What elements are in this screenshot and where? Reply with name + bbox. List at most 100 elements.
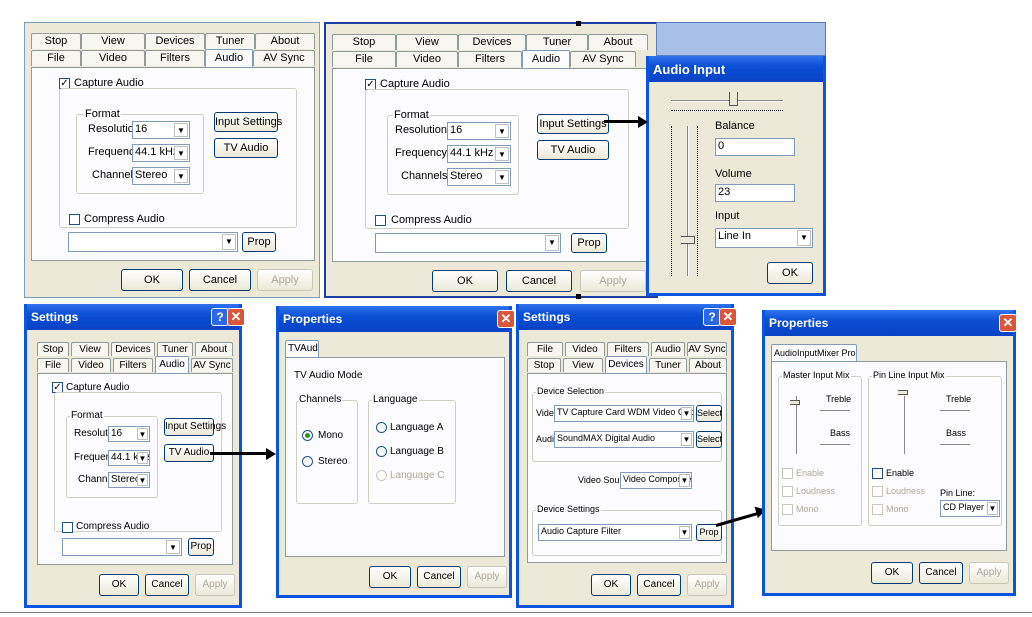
cancel-button[interactable]: Cancel (919, 562, 963, 584)
input-settings-button[interactable]: Input Settings (164, 418, 226, 436)
mono-radio[interactable] (302, 430, 313, 441)
video-select-button[interactable]: Select (696, 405, 722, 422)
tab-filters[interactable]: Filters (607, 342, 649, 356)
pinline-mono-checkbox[interactable] (872, 504, 883, 515)
compressor-select[interactable]: ▼ (62, 538, 182, 556)
tab-audio[interactable]: Audio (205, 49, 253, 68)
balance-field[interactable]: 0 (715, 138, 795, 156)
tab-filters[interactable]: Filters (145, 50, 205, 66)
tv-audio-button[interactable]: TV Audio (214, 138, 278, 158)
tab-stop[interactable]: Stop (332, 34, 396, 50)
ok-button[interactable]: OK (432, 270, 498, 292)
resolution-select[interactable]: 16 ▼ (132, 121, 190, 139)
pin-line-select[interactable]: CD Player ▼ (940, 500, 1000, 517)
tab-about[interactable]: About (689, 358, 727, 372)
tab-audio[interactable]: Audio (155, 356, 189, 374)
channels-select[interactable]: Stereo ▼ (108, 472, 150, 488)
tab-tuner[interactable]: Tuner (205, 33, 255, 49)
tab-audio[interactable]: Audio (651, 342, 685, 356)
apply-button[interactable]: Apply (467, 566, 507, 588)
ok-button[interactable]: OK (871, 562, 913, 584)
tab-devices[interactable]: Devices (605, 356, 647, 374)
pinline-volume-knob[interactable] (898, 390, 908, 395)
close-icon[interactable]: ✕ (497, 310, 515, 328)
language-b-radio[interactable] (376, 446, 387, 457)
input-settings-button[interactable]: Input Settings (537, 114, 609, 134)
tab-devices[interactable]: Devices (458, 34, 526, 50)
device-settings-select[interactable]: Audio Capture Filter ▼ (538, 524, 692, 541)
pinline-enable-checkbox[interactable] (872, 468, 883, 479)
tab-file[interactable]: File (31, 50, 81, 66)
tab-tuner[interactable]: Tuner (526, 34, 588, 50)
tab-view[interactable]: View (396, 34, 458, 50)
tab-mixer[interactable]: AudioInputMixer Properties (771, 344, 857, 362)
resize-handle[interactable] (576, 21, 581, 26)
tab-video[interactable]: Video (71, 358, 111, 372)
cancel-button[interactable]: Cancel (637, 574, 681, 596)
tv-audio-button[interactable]: TV Audio (537, 140, 609, 160)
tab-file[interactable]: File (37, 358, 69, 372)
tab-devices[interactable]: Devices (111, 342, 155, 356)
device-prop-button[interactable]: Prop (696, 524, 722, 541)
master-loudness-checkbox[interactable] (782, 486, 793, 497)
tab-video[interactable]: Video (396, 51, 458, 67)
language-a-radio[interactable] (376, 422, 387, 433)
ok-button[interactable]: OK (121, 269, 183, 291)
apply-button[interactable]: Apply (195, 574, 235, 596)
volume-field[interactable]: 23 (715, 184, 795, 202)
audio-device-select[interactable]: SoundMAX Digital Audio ▼ (554, 431, 694, 448)
ok-button[interactable]: OK (99, 574, 139, 596)
tab-stop[interactable]: Stop (37, 342, 69, 356)
tab-about[interactable]: About (195, 342, 233, 356)
video-source-select[interactable]: Video Composite ▼ (620, 472, 692, 489)
audio-select-button[interactable]: Select (696, 431, 722, 448)
close-icon[interactable]: ✕ (227, 308, 245, 326)
close-icon[interactable]: ✕ (719, 308, 737, 326)
tab-view[interactable]: View (71, 342, 109, 356)
resize-handle[interactable] (576, 294, 581, 299)
apply-button[interactable]: Apply (580, 270, 646, 292)
cancel-button[interactable]: Cancel (189, 269, 251, 291)
tab-av-sync[interactable]: AV Sync (253, 50, 315, 66)
tab-tuner[interactable]: Tuner (157, 342, 193, 356)
input-select[interactable]: Line In ▼ (715, 228, 813, 248)
close-icon[interactable]: ✕ (999, 314, 1017, 332)
tab-video[interactable]: Video (565, 342, 605, 356)
compressor-select[interactable]: ▼ (68, 232, 238, 252)
volume-slider-knob[interactable] (681, 236, 695, 244)
tab-devices[interactable]: Devices (145, 33, 205, 49)
prop-button[interactable]: Prop (242, 232, 276, 252)
master-mono-checkbox[interactable] (782, 504, 793, 515)
input-settings-button[interactable]: Input Settings (214, 112, 282, 132)
tab-av-sync[interactable]: AV Sync (191, 358, 233, 372)
tab-view[interactable]: View (563, 358, 603, 372)
ok-button[interactable]: OK (591, 574, 631, 596)
tab-tuner[interactable]: Tuner (649, 358, 687, 372)
compress-audio-checkbox[interactable] (62, 522, 73, 533)
cancel-button[interactable]: Cancel (506, 270, 572, 292)
channels-select[interactable]: Stereo ▼ (132, 167, 190, 185)
tab-video[interactable]: Video (81, 50, 145, 66)
language-c-radio[interactable] (376, 470, 387, 481)
cancel-button[interactable]: Cancel (145, 574, 189, 596)
tab-audio[interactable]: Audio (522, 50, 570, 69)
apply-button[interactable]: Apply (969, 562, 1009, 584)
video-device-select[interactable]: TV Capture Card WDM Video Capture▼ (554, 405, 694, 422)
tab-about[interactable]: About (588, 34, 648, 50)
balance-slider-knob[interactable] (729, 92, 738, 106)
resolution-select[interactable]: 16 ▼ (447, 122, 511, 140)
frequency-select[interactable]: 44.1 kHz ▼ (132, 144, 190, 162)
resolution-select[interactable]: 16 ▼ (108, 426, 150, 442)
apply-button[interactable]: Apply (257, 269, 313, 291)
apply-button[interactable]: Apply (687, 574, 727, 596)
frequency-select[interactable]: 44.1 kHz ▼ (447, 145, 511, 163)
ok-button[interactable]: OK (369, 566, 411, 588)
tab-file[interactable]: File (527, 342, 563, 356)
compress-audio-checkbox[interactable] (375, 215, 386, 226)
tab-filters[interactable]: Filters (458, 51, 522, 67)
cancel-button[interactable]: Cancel (417, 566, 461, 588)
stereo-radio[interactable] (302, 456, 313, 467)
tab-av-sync[interactable]: AV Sync (570, 51, 636, 67)
master-enable-checkbox[interactable] (782, 468, 793, 479)
compress-audio-checkbox[interactable] (69, 214, 80, 225)
